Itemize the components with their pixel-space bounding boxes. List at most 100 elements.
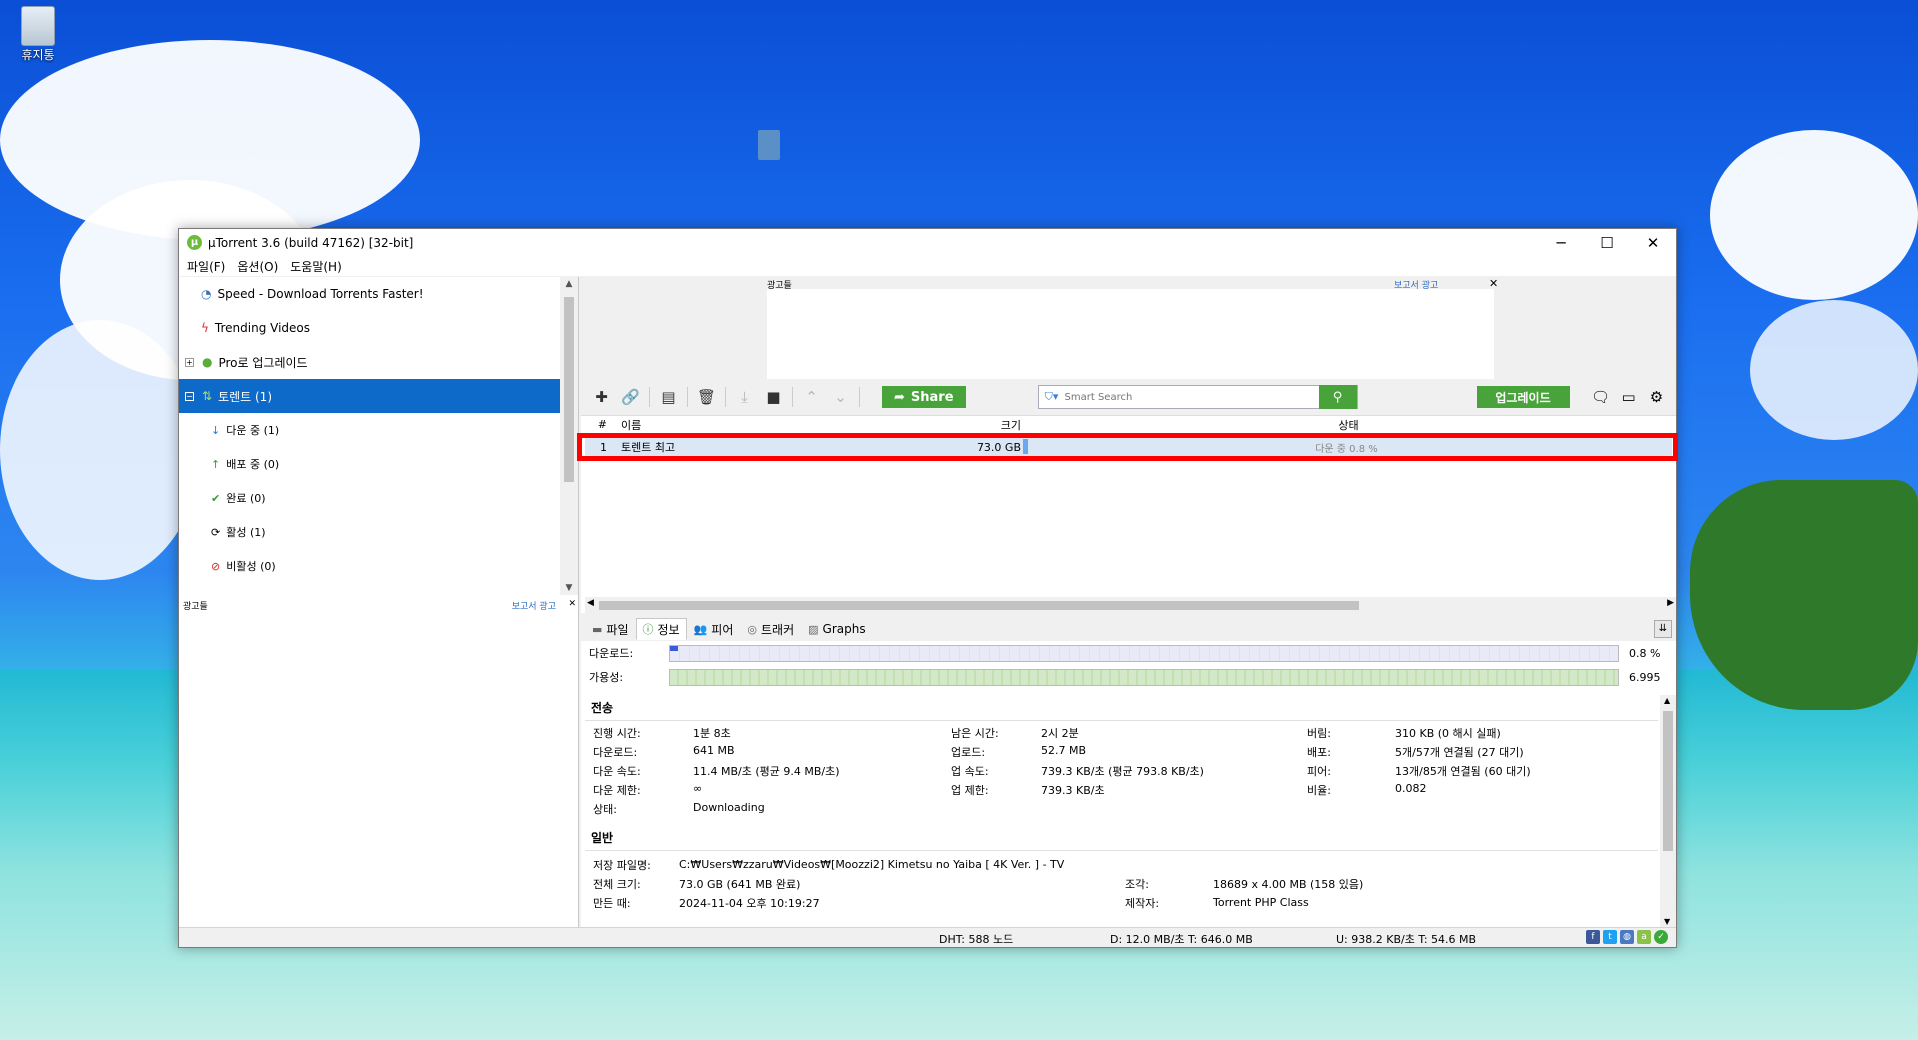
sidebar-item-seeding[interactable]: ↑ 배포 중 (0): [179, 447, 561, 481]
scrollbar-thumb[interactable]: [564, 297, 574, 482]
remove-icon[interactable]: 🗑: [692, 384, 721, 410]
report-ad-link[interactable]: 보고서 광고: [512, 599, 556, 613]
chat-icon[interactable]: 🗨: [1590, 388, 1612, 406]
expand-icon[interactable]: +: [185, 357, 194, 367]
android-icon[interactable]: a: [1637, 930, 1651, 944]
cloud: [1710, 130, 1918, 300]
transfer-value: 13개/85개 연결됨 (60 대기): [1395, 765, 1531, 778]
utorrent-logo-icon: ●: [202, 355, 213, 369]
close-button[interactable]: ✕: [1630, 229, 1676, 256]
sidebar-item-completed[interactable]: ✔ 완료 (0): [179, 481, 561, 515]
sidebar-ad-header: 광고들 보고서 광고 ✕: [183, 599, 576, 613]
move-down-icon[interactable]: ⌄: [826, 384, 855, 410]
menu-help[interactable]: 도움말(H): [290, 258, 342, 275]
sidebar-item-upgrade-pro[interactable]: + ● Pro로 업그레이드: [179, 345, 561, 379]
transfer-label: [1307, 801, 1395, 817]
scrollbar-thumb[interactable]: [1663, 711, 1673, 851]
transfer-label: 업 속도:: [951, 765, 989, 778]
facebook-icon[interactable]: f: [1586, 930, 1600, 944]
column-header-name[interactable]: 이름: [611, 417, 956, 433]
save-path: C:₩Users₩zzaru₩Videos₩[Moozzi2] Kimetsu …: [679, 858, 1065, 871]
scroll-down-icon[interactable]: ▼: [1664, 917, 1670, 926]
availability-bar: [669, 668, 1619, 686]
remote-icon[interactable]: ▭: [1618, 388, 1640, 406]
dht-status[interactable]: DHT: 588 노드: [939, 931, 1013, 947]
list-horizontal-scrollbar[interactable]: ◀ ▶: [585, 597, 1676, 613]
download-status[interactable]: D: 12.0 MB/초 T: 646.0 MB: [1110, 931, 1253, 947]
title-bar[interactable]: µ µTorrent 3.6 (build 47162) [32-bit] ─ …: [179, 229, 1676, 256]
transfer-value: 52.7 MB: [1041, 744, 1087, 757]
torrent-file-desktop-icon[interactable]: [756, 130, 782, 160]
general-title: 일반: [585, 825, 1658, 851]
sidebar-item-downloading[interactable]: ↓ 다운 중 (1): [179, 413, 561, 447]
scroll-right-icon[interactable]: ▶: [1667, 598, 1674, 608]
sidebar-item-inactive[interactable]: ⊘ 비활성 (0): [179, 549, 561, 583]
details-scrollbar[interactable]: ▲ ▼: [1660, 695, 1676, 927]
move-up-icon[interactable]: ⌃: [797, 384, 826, 410]
column-header-status[interactable]: 상태: [1021, 417, 1676, 433]
menu-file[interactable]: 파일(F): [187, 258, 225, 275]
upgrade-button[interactable]: 업그레이드: [1476, 386, 1570, 408]
info-icon: ⓘ: [642, 623, 654, 636]
search-button[interactable]: ⚲: [1318, 385, 1357, 409]
upload-status[interactable]: U: 938.2 KB/초 T: 54.6 MB: [1336, 931, 1476, 947]
minimize-button[interactable]: ─: [1538, 229, 1584, 256]
row-number: 1: [600, 440, 607, 454]
tab-info[interactable]: ⓘ 정보: [635, 618, 687, 640]
column-header-size[interactable]: 크기: [956, 417, 1021, 433]
inactive-icon: ⊘: [211, 559, 221, 573]
settings-gear-icon[interactable]: ⚙: [1646, 388, 1668, 406]
table-row[interactable]: 1 토렌트 최고 73.0 GB 다운 중 0.8 %: [585, 436, 1672, 458]
twitter-icon[interactable]: t: [1603, 930, 1617, 944]
main-pane: 광고들 보고서 광고 ✕ ✚ 🔗 ▤ 🗑 ⤓ ■ ⌃ ⌄ ➦ Share ⛉▾ …: [577, 277, 1678, 927]
torrent-list: # 이름 크기 상태 1 토렌트 최고 73.0 GB 다운 중 0.8 % ◀…: [577, 415, 1678, 613]
transfer-label: 버림:: [1307, 727, 1331, 740]
maximize-button[interactable]: ☐: [1584, 229, 1630, 256]
speed-icon: ◔: [201, 287, 212, 301]
sidebar-item-trending[interactable]: ϟ Trending Videos: [179, 311, 561, 345]
tracker-icon: ◎: [747, 622, 757, 636]
download-progress-row: 다운로드: 0.8 %: [589, 644, 1661, 662]
scroll-up-icon[interactable]: ▲: [1664, 696, 1670, 705]
row-name: 토렌트 최고: [621, 441, 676, 454]
add-torrent-icon[interactable]: ✚: [587, 384, 616, 410]
row-progress-bar: [1023, 439, 1028, 454]
globe-icon[interactable]: ◍: [1620, 930, 1634, 944]
tab-graphs[interactable]: ▨ Graphs: [801, 618, 872, 640]
start-download-icon[interactable]: ⤓: [730, 384, 759, 410]
collapse-icon[interactable]: −: [185, 391, 194, 401]
tab-peers[interactable]: 👥 피어: [687, 618, 741, 640]
row-size: 73.0 GB: [976, 440, 1021, 454]
tab-trackers[interactable]: ◎ 트래커: [740, 618, 801, 640]
category-tree: ◔ Speed - Download Torrents Faster! ϟ Tr…: [179, 277, 561, 595]
search-input[interactable]: [1064, 391, 1319, 403]
sidebar-item-torrents[interactable]: − ⇅ 토렌트 (1): [179, 379, 561, 413]
menu-options[interactable]: 옵션(O): [237, 258, 278, 275]
create-torrent-icon[interactable]: ▤: [654, 384, 683, 410]
recycle-bin[interactable]: 휴지통: [14, 6, 62, 63]
sidebar-item-active[interactable]: ⟳ 활성 (1): [179, 515, 561, 549]
scroll-left-icon[interactable]: ◀: [587, 598, 594, 608]
shield-icon[interactable]: ⛉▾: [1039, 390, 1065, 404]
add-url-icon[interactable]: 🔗: [616, 384, 645, 410]
ad-banner[interactable]: [767, 289, 1494, 379]
column-header-number[interactable]: #: [581, 418, 611, 431]
sidebar-scrollbar[interactable]: ▲ ▼: [560, 277, 578, 595]
tab-files[interactable]: ▬ 파일: [585, 618, 636, 640]
transfer-value: 5개/57개 연결됨 (27 대기): [1395, 746, 1524, 759]
scroll-down-icon[interactable]: ▼: [560, 583, 578, 593]
cloud: [1750, 300, 1918, 440]
collapse-panel-button[interactable]: ⇊: [1654, 620, 1672, 638]
sidebar: ◔ Speed - Download Torrents Faster! ϟ Tr…: [179, 277, 579, 927]
folder-icon: ▬: [592, 622, 603, 636]
share-button[interactable]: ➦ Share: [882, 386, 966, 408]
transfer-value: [1041, 801, 1307, 817]
details-section: 전송 진행 시간: 1분 8초 남은 시간: 2시 2분 버림: 310 KB (0 해시…: [585, 695, 1658, 927]
scrollbar-thumb[interactable]: [599, 601, 1359, 610]
stop-icon[interactable]: ■: [759, 384, 788, 410]
transfer-label: 배포:: [1307, 746, 1331, 759]
close-ad-icon[interactable]: ✕: [568, 599, 576, 609]
sidebar-item-speed[interactable]: ◔ Speed - Download Torrents Faster!: [179, 277, 561, 311]
scroll-up-icon[interactable]: ▲: [560, 279, 578, 289]
transfer-value: 11.4 MB/초 (평균 9.4 MB/초): [693, 765, 840, 778]
